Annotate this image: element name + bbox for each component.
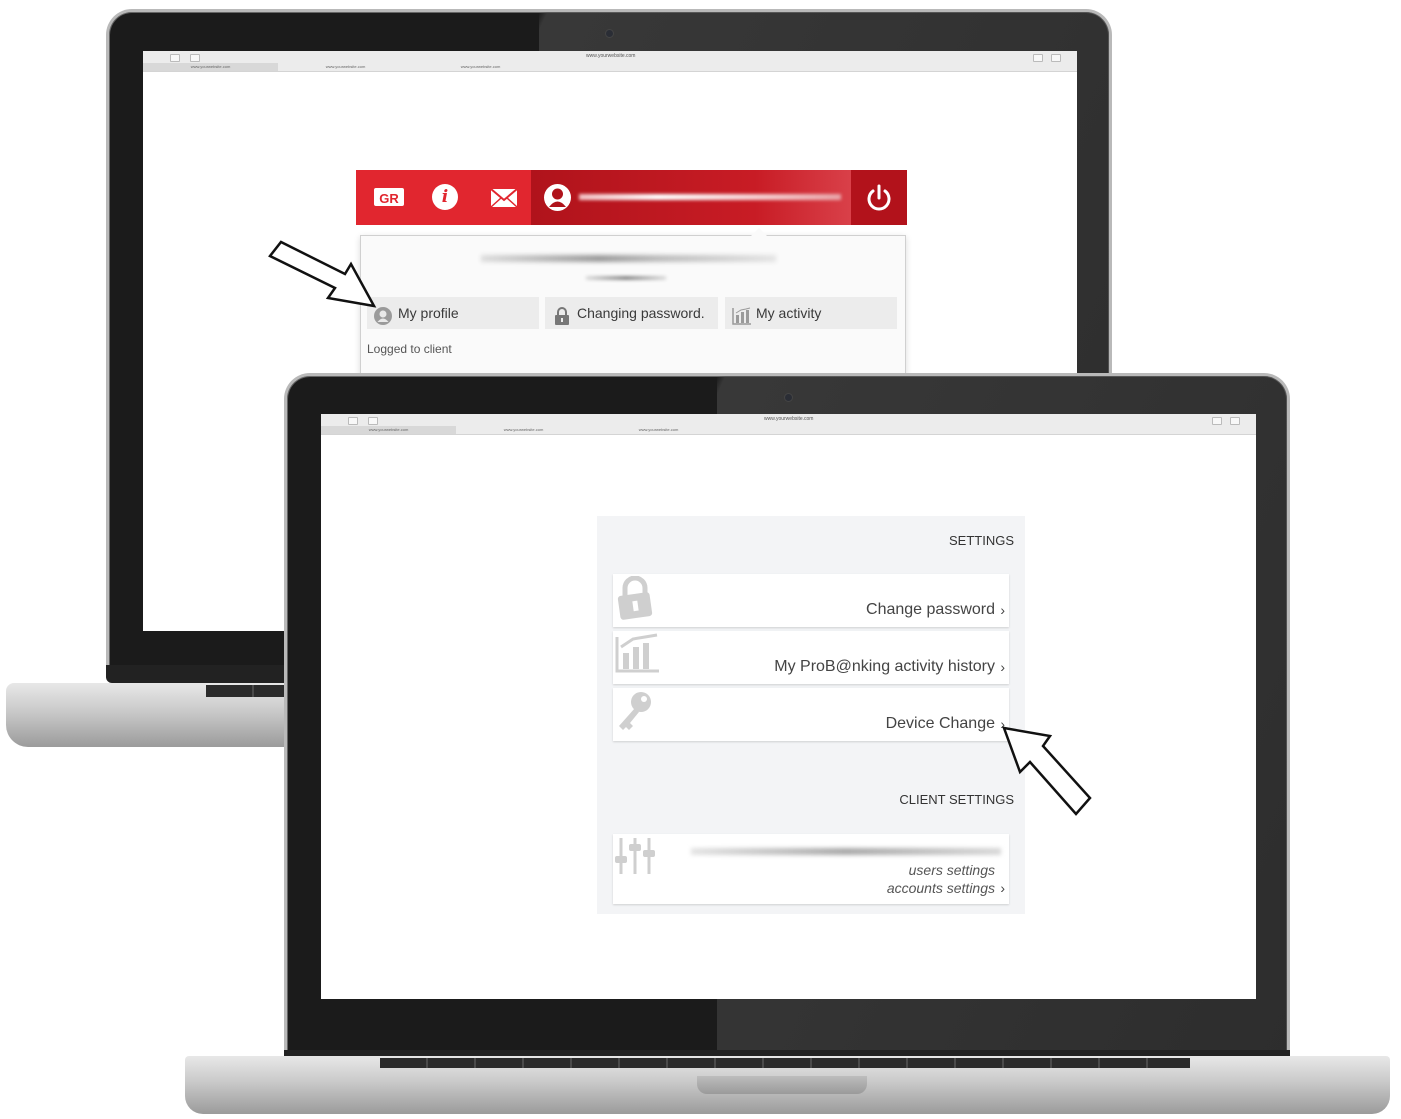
browser-tab[interactable]: www.yourwebsite.com: [321, 426, 456, 434]
settings-panel: SETTINGS Change password › My ProB@nking…: [597, 516, 1025, 914]
lock-icon: [615, 575, 655, 625]
tab-label: My activity: [756, 305, 822, 321]
change-password-item[interactable]: Change password ›: [613, 574, 1009, 627]
item-label: Device Change: [885, 715, 995, 732]
address-bar[interactable]: www.yourwebsite.com: [764, 416, 813, 422]
chevron-right-icon: ›: [1000, 602, 1005, 618]
camera: [605, 29, 614, 38]
browser-tab[interactable]: www.yourwebsite.com: [413, 63, 548, 71]
settings-heading: SETTINGS: [948, 533, 1014, 548]
tab-my-activity[interactable]: My activity: [725, 297, 897, 329]
username-redacted: [579, 194, 841, 200]
activity-history-item[interactable]: My ProB@nking activity history ›: [613, 631, 1009, 684]
device-change-item[interactable]: Device Change ›: [613, 688, 1009, 741]
key-icon: [615, 690, 655, 737]
tab-my-profile[interactable]: My profile: [367, 297, 539, 329]
new-tab-button[interactable]: [1230, 417, 1240, 425]
client-settings-item[interactable]: users settings accounts settings ›: [613, 834, 1009, 904]
user-icon: [544, 184, 571, 211]
chevron-right-icon: ›: [1000, 659, 1005, 675]
keyboard: [206, 685, 296, 697]
dropdown-caret: [751, 228, 767, 236]
chevron-right-icon: ›: [1000, 880, 1005, 896]
tab-label: My profile: [398, 305, 459, 321]
tab-label: Changing password.: [577, 305, 705, 321]
activity-chart-icon: [615, 633, 661, 678]
back-button[interactable]: [348, 417, 358, 425]
top-nav-bar: GR i: [356, 170, 907, 225]
keyboard: [380, 1058, 1190, 1068]
info-icon[interactable]: i: [432, 184, 458, 210]
accounts-settings-link[interactable]: accounts settings: [887, 880, 995, 896]
activity-chart-icon: [732, 304, 752, 336]
share-button[interactable]: [1033, 54, 1043, 62]
name-redacted: [481, 255, 776, 262]
sidebar-button[interactable]: [368, 417, 378, 425]
browser-tab[interactable]: www.yourwebsite.com: [591, 426, 726, 434]
tab-strip: www.yourwebsite.com www.yourwebsite.com …: [143, 63, 1077, 71]
tab-changing-password[interactable]: Changing password.: [545, 297, 718, 329]
new-tab-button[interactable]: [1051, 54, 1061, 62]
item-label: My ProB@nking activity history: [774, 658, 995, 675]
sidebar-button[interactable]: [190, 54, 200, 62]
camera: [784, 393, 793, 402]
user-menu[interactable]: [531, 170, 851, 225]
profile-dropdown: My profile Changing password. My activit…: [360, 228, 906, 376]
power-icon[interactable]: [851, 170, 907, 225]
front-laptop-base: [185, 1056, 1390, 1114]
browser-tab[interactable]: www.yourwebsite.com: [278, 63, 413, 71]
client-name-redacted: [691, 848, 1001, 855]
users-settings-link[interactable]: users settings: [909, 862, 995, 878]
pointer-arrow-icon: [1002, 726, 1092, 816]
share-button[interactable]: [1212, 417, 1222, 425]
address-bar[interactable]: www.yourwebsite.com: [586, 53, 635, 59]
language-button[interactable]: GR: [374, 188, 404, 206]
browser-tab[interactable]: www.yourwebsite.com: [456, 426, 591, 434]
back-laptop-base: [6, 683, 296, 747]
back-button[interactable]: [170, 54, 180, 62]
browser-toolbar: www.yourwebsite.com www.yourwebsite.com …: [143, 51, 1077, 72]
sliders-icon: [613, 836, 657, 881]
browser-tab[interactable]: www.yourwebsite.com: [143, 63, 278, 71]
item-label: Change password: [866, 601, 995, 618]
client-settings-heading: CLIENT SETTINGS: [899, 792, 1014, 807]
pointer-arrow-icon: [268, 240, 377, 308]
logged-to-client-label: Logged to client: [367, 342, 452, 356]
tab-strip: www.yourwebsite.com www.yourwebsite.com …: [321, 426, 1256, 434]
lock-icon: [554, 304, 570, 336]
id-redacted: [586, 276, 666, 280]
mail-icon[interactable]: [490, 188, 518, 213]
trackpad-notch: [697, 1076, 867, 1094]
browser-toolbar: www.yourwebsite.com www.yourwebsite.com …: [321, 414, 1256, 435]
